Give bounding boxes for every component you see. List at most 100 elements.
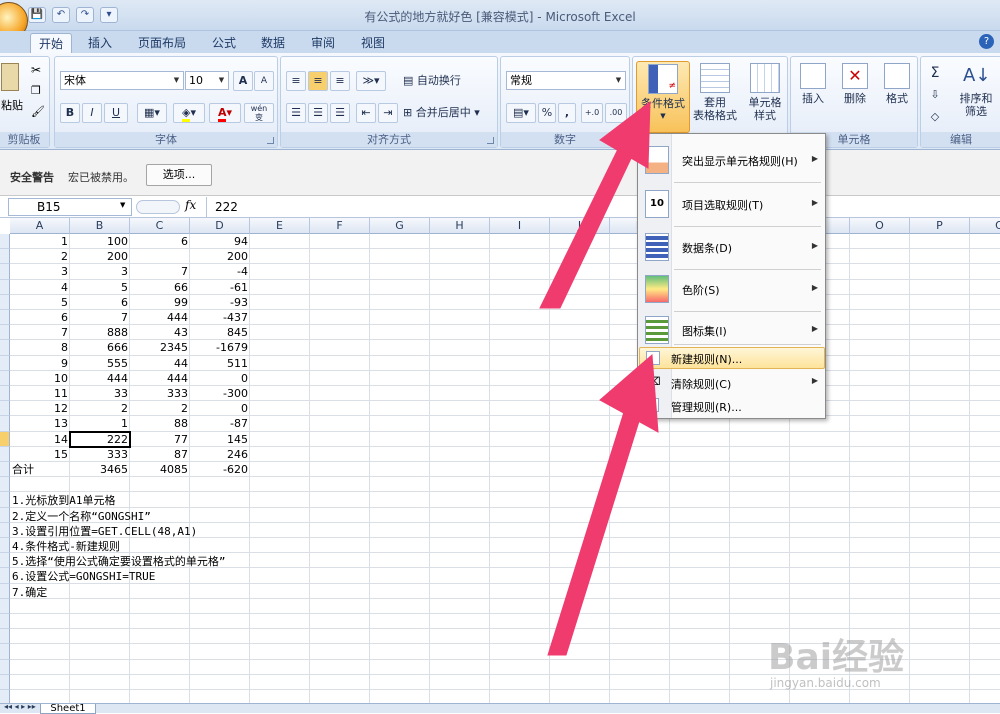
cell-b4[interactable]: 5 — [70, 280, 130, 295]
decrease-indent-button[interactable]: ⇤ — [356, 103, 376, 123]
italic-button[interactable]: I — [82, 103, 102, 123]
cell-d14[interactable]: 145 — [190, 432, 250, 447]
cell-c5[interactable]: 99 — [130, 295, 190, 310]
cell-c4[interactable]: 66 — [130, 280, 190, 295]
align-top-button[interactable]: ≡ — [286, 71, 306, 91]
menu-item-highlight-cells-rules[interactable]: 突出显示单元格规则(H) ▶ — [639, 140, 825, 180]
column-header[interactable]: P — [910, 218, 970, 234]
cell-d16[interactable]: -620 — [190, 462, 250, 477]
row-header[interactable] — [0, 264, 10, 280]
conditional-formatting-button[interactable]: ≠ 条件格式 ▼ — [636, 61, 690, 133]
row-header[interactable] — [0, 644, 10, 660]
row-header[interactable] — [0, 431, 10, 447]
cell-d8[interactable]: -1679 — [190, 340, 250, 355]
decrease-decimal-button[interactable]: .00 — [605, 103, 627, 123]
cell-a16[interactable]: 合计 — [10, 462, 70, 477]
cell-a2[interactable]: 2 — [10, 249, 70, 264]
row-header[interactable] — [0, 386, 10, 402]
cell-b10[interactable]: 444 — [70, 371, 130, 386]
bold-button[interactable]: B — [60, 103, 80, 123]
fill-color-button[interactable]: ◈▾ — [173, 103, 205, 123]
align-middle-button[interactable]: ≡ — [308, 71, 328, 91]
cell-a11[interactable]: 11 — [10, 386, 70, 401]
menu-item-new-rule[interactable]: 新建规则(N)... — [639, 347, 825, 369]
column-header[interactable]: B — [70, 218, 130, 234]
menu-item-clear-rules[interactable]: ⌫ 清除规则(C) ▶ — [639, 372, 825, 394]
align-bottom-button[interactable]: ≡ — [330, 71, 350, 91]
cell-d12[interactable]: 0 — [190, 401, 250, 416]
row-header[interactable] — [0, 249, 10, 265]
row-header[interactable] — [0, 310, 10, 326]
borders-button[interactable]: ▦▾ — [137, 103, 167, 123]
clear-icon[interactable]: ◇ — [925, 107, 945, 127]
row-header[interactable] — [0, 674, 10, 690]
cell-c15[interactable]: 87 — [130, 447, 190, 462]
cell-c7[interactable]: 43 — [130, 325, 190, 340]
cell-d5[interactable]: -93 — [190, 295, 250, 310]
column-header[interactable]: O — [850, 218, 910, 234]
align-right-button[interactable]: ☰ — [330, 103, 350, 123]
cell-b5[interactable]: 6 — [70, 295, 130, 310]
row-header[interactable] — [0, 614, 10, 630]
cell-d7[interactable]: 845 — [190, 325, 250, 340]
cell-a10[interactable]: 10 — [10, 371, 70, 386]
font-color-button[interactable]: A▾ — [209, 103, 241, 123]
row-header[interactable] — [0, 598, 10, 614]
menu-item-manage-rules[interactable]: 管理规则(R)... — [639, 395, 825, 417]
cell-a9[interactable]: 9 — [10, 356, 70, 371]
column-header[interactable]: F — [310, 218, 370, 234]
cell-c1[interactable]: 6 — [130, 234, 190, 249]
row-header[interactable] — [0, 370, 10, 386]
tab-formulas[interactable]: 公式 — [204, 33, 244, 53]
row-header[interactable] — [0, 325, 10, 341]
menu-item-color-scales[interactable]: 色阶(S) ▶ — [639, 269, 825, 309]
row-header[interactable] — [0, 401, 10, 417]
cell-d3[interactable]: -4 — [190, 264, 250, 279]
cell-b16[interactable]: 3465 — [70, 462, 130, 477]
cell-c10[interactable]: 444 — [130, 371, 190, 386]
column-header[interactable]: I — [490, 218, 550, 234]
cell-a13[interactable]: 13 — [10, 416, 70, 431]
cell-c14[interactable]: 77 — [130, 432, 190, 447]
cell-styles-button[interactable]: 单元格 样式 — [739, 61, 791, 133]
formula-input[interactable]: 222 — [206, 197, 1000, 217]
cell-b3[interactable]: 3 — [70, 264, 130, 279]
dialog-launcher-icon[interactable] — [267, 137, 274, 144]
cell-a5[interactable]: 5 — [10, 295, 70, 310]
cell-c11[interactable]: 333 — [130, 386, 190, 401]
cell-b9[interactable]: 555 — [70, 356, 130, 371]
row-header[interactable] — [0, 583, 10, 599]
align-left-button[interactable]: ☰ — [286, 103, 306, 123]
tab-page-layout[interactable]: 页面布局 — [130, 33, 194, 53]
name-box[interactable]: B15 — [8, 198, 132, 216]
row-header[interactable] — [0, 629, 10, 645]
font-name-combo[interactable]: 宋体 ▼ — [60, 71, 184, 90]
row-header[interactable] — [0, 279, 10, 295]
row-header[interactable] — [0, 477, 10, 493]
sort-filter-button[interactable]: A↓ 排序和 筛选 — [951, 61, 1000, 133]
row-header[interactable] — [0, 462, 10, 478]
cell-c16[interactable]: 4085 — [130, 462, 190, 477]
paste-icon[interactable] — [1, 63, 19, 91]
row-header[interactable] — [0, 234, 10, 250]
cut-icon[interactable]: ✂ — [31, 63, 41, 77]
help-icon[interactable]: ? — [979, 34, 994, 49]
paste-button[interactable]: 粘贴 — [1, 97, 23, 113]
fill-icon[interactable]: ⇩ — [925, 85, 945, 105]
cell-d1[interactable]: 94 — [190, 234, 250, 249]
column-header[interactable]: D — [190, 218, 250, 234]
column-header[interactable]: E — [250, 218, 310, 234]
selected-cell[interactable] — [69, 430, 131, 448]
format-cells-button[interactable]: 格式 — [875, 61, 919, 133]
cell-b8[interactable]: 666 — [70, 340, 130, 355]
cell-c13[interactable]: 88 — [130, 416, 190, 431]
cell-c12[interactable]: 2 — [130, 401, 190, 416]
options-button[interactable]: 选项... — [146, 164, 212, 186]
format-as-table-button[interactable]: 套用 表格格式 — [689, 61, 741, 133]
cell-d6[interactable]: -437 — [190, 310, 250, 325]
underline-button[interactable]: U — [104, 103, 128, 123]
row-header[interactable] — [0, 355, 10, 371]
column-header[interactable]: C — [130, 218, 190, 234]
cell-d10[interactable]: 0 — [190, 371, 250, 386]
increase-indent-button[interactable]: ⇥ — [378, 103, 398, 123]
